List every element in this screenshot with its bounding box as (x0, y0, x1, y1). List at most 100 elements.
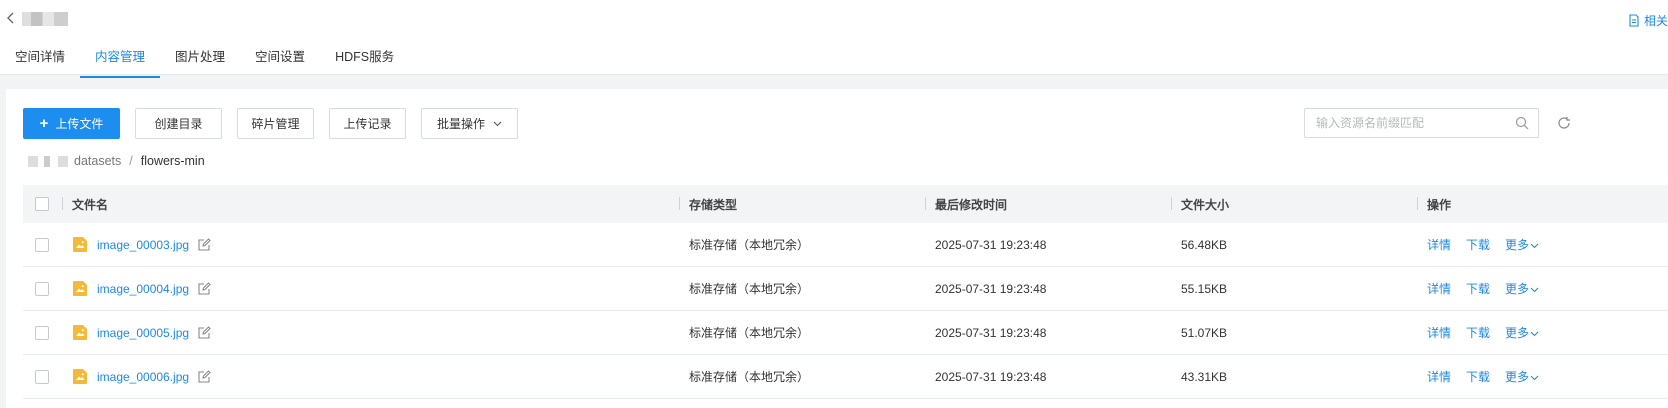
related-docs-link[interactable]: 相关 (1628, 12, 1668, 29)
file-name-cell: image_00005.jpg (72, 324, 211, 341)
header-name: 文件名 (72, 197, 109, 212)
image-file-icon (73, 237, 87, 252)
column-divider (62, 197, 63, 210)
search-box (1304, 108, 1539, 138)
modified-time: 2025-07-31 19:23:48 (935, 369, 1047, 384)
header-modified-time: 最后修改时间 (935, 197, 1008, 212)
batch-operations-dropdown[interactable]: 批量操作 (421, 108, 518, 139)
top-bar: 相关 空间详情 内容管理 图片处理 空间设置 HDFS服务 (0, 0, 1668, 78)
edit-icon[interactable] (198, 326, 211, 339)
detail-link[interactable]: 详情 (1427, 280, 1451, 297)
image-file-icon (73, 325, 87, 340)
download-link[interactable]: 下载 (1466, 236, 1490, 253)
tab-image-processing[interactable]: 图片处理 (160, 42, 240, 75)
more-dropdown[interactable]: 更多 (1505, 236, 1539, 253)
modified-time: 2025-07-31 19:23:48 (935, 237, 1047, 252)
edit-icon[interactable] (198, 370, 211, 383)
breadcrumb-folder[interactable]: datasets (74, 154, 121, 168)
edit-icon[interactable] (198, 282, 211, 295)
image-file-icon (73, 369, 87, 384)
more-label: 更多 (1505, 370, 1530, 384)
file-name-link[interactable]: image_00006.jpg (97, 370, 189, 384)
row-actions: 详情 下载 更多 (1427, 368, 1539, 385)
download-link[interactable]: 下载 (1466, 324, 1490, 341)
row-actions: 详情 下载 更多 (1427, 324, 1539, 341)
file-size: 51.07KB (1181, 325, 1228, 340)
detail-link[interactable]: 详情 (1427, 324, 1451, 341)
header-file-size: 文件大小 (1181, 197, 1230, 212)
search-input[interactable] (1305, 109, 1500, 137)
row-check-cell (35, 281, 49, 296)
more-dropdown[interactable]: 更多 (1505, 324, 1539, 341)
chevron-down-icon (1530, 375, 1539, 381)
file-name-cell: image_00006.jpg (72, 368, 211, 385)
tab-content-management[interactable]: 内容管理 (80, 42, 161, 78)
column-divider (925, 197, 926, 210)
column-divider (1417, 197, 1418, 210)
refresh-icon[interactable] (1557, 116, 1571, 130)
tab-space-settings[interactable]: 空间设置 (240, 42, 320, 75)
row-check-cell (35, 325, 49, 340)
more-label: 更多 (1505, 326, 1530, 340)
header-storage-type: 存储类型 (689, 197, 738, 212)
table-row: image_00005.jpg 标准存储（本地冗余） 2025-07-31 19… (23, 311, 1668, 355)
storage-type: 标准存储（本地冗余） (689, 370, 810, 384)
file-size: 55.15KB (1181, 281, 1228, 296)
detail-link[interactable]: 详情 (1427, 368, 1451, 385)
row-checkbox[interactable] (35, 237, 49, 252)
breadcrumb-root-redacted[interactable] (28, 155, 68, 167)
batch-label: 批量操作 (437, 117, 486, 131)
related-label: 相关 (1643, 14, 1668, 28)
more-label: 更多 (1505, 282, 1530, 296)
toolbar: + 上传文件 创建目录 碎片管理 上传记录 批量操作 (23, 108, 518, 139)
file-name-link[interactable]: image_00004.jpg (97, 282, 189, 296)
table-row: image_00003.jpg 标准存储（本地冗余） 2025-07-31 19… (23, 223, 1668, 267)
fragment-management-button[interactable]: 碎片管理 (237, 108, 314, 139)
row-checkbox[interactable] (35, 369, 49, 384)
storage-type: 标准存储（本地冗余） (689, 282, 810, 296)
tab-bar: 空间详情 内容管理 图片处理 空间设置 HDFS服务 (0, 42, 409, 78)
upload-log-button[interactable]: 上传记录 (329, 108, 406, 139)
more-dropdown[interactable]: 更多 (1505, 368, 1539, 385)
breadcrumb-separator: / (129, 154, 133, 168)
chevron-down-icon (1530, 243, 1539, 249)
edit-icon[interactable] (198, 238, 211, 251)
more-dropdown[interactable]: 更多 (1505, 280, 1539, 297)
file-name-link[interactable]: image_00005.jpg (97, 326, 189, 340)
more-label: 更多 (1505, 238, 1530, 252)
storage-type: 标准存储（本地冗余） (689, 238, 810, 252)
file-name-cell: image_00004.jpg (72, 280, 211, 297)
chevron-down-icon (493, 121, 502, 127)
download-link[interactable]: 下载 (1466, 280, 1490, 297)
column-divider (1171, 197, 1172, 210)
file-name-link[interactable]: image_00003.jpg (97, 238, 189, 252)
row-checkbox[interactable] (35, 281, 49, 296)
table-body: image_00003.jpg 标准存储（本地冗余） 2025-07-31 19… (23, 223, 1668, 399)
row-actions: 详情 下载 更多 (1427, 280, 1539, 297)
upload-label: 上传文件 (55, 117, 104, 131)
file-name-cell: image_00003.jpg (72, 236, 211, 253)
tab-hdfs-service[interactable]: HDFS服务 (320, 42, 409, 75)
modified-time: 2025-07-31 19:23:48 (935, 281, 1047, 296)
file-table: 文件名 存储类型 最后修改时间 文件大小 操作 image_00003.jpg … (23, 185, 1668, 399)
detail-link[interactable]: 详情 (1427, 236, 1451, 253)
select-all-checkbox[interactable] (35, 197, 49, 211)
document-icon (1629, 14, 1639, 27)
create-directory-button[interactable]: 创建目录 (135, 108, 222, 139)
chevron-down-icon (1530, 287, 1539, 293)
upload-file-button[interactable]: + 上传文件 (23, 108, 120, 139)
image-file-icon (73, 281, 87, 296)
tab-space-detail[interactable]: 空间详情 (0, 42, 80, 75)
plus-icon: + (39, 115, 49, 132)
modified-time: 2025-07-31 19:23:48 (935, 325, 1047, 340)
row-check-cell (35, 237, 49, 252)
search-icon[interactable] (1515, 116, 1529, 130)
table-row: image_00004.jpg 标准存储（本地冗余） 2025-07-31 19… (23, 267, 1668, 311)
file-size: 56.48KB (1181, 237, 1228, 252)
table-header: 文件名 存储类型 最后修改时间 文件大小 操作 (23, 185, 1668, 223)
breadcrumb: datasets / flowers-min (28, 154, 205, 168)
chevron-left-icon[interactable] (4, 10, 18, 26)
content-panel: + 上传文件 创建目录 碎片管理 上传记录 批量操作 datasets / fl… (6, 89, 1668, 408)
row-checkbox[interactable] (35, 325, 49, 340)
download-link[interactable]: 下载 (1466, 368, 1490, 385)
